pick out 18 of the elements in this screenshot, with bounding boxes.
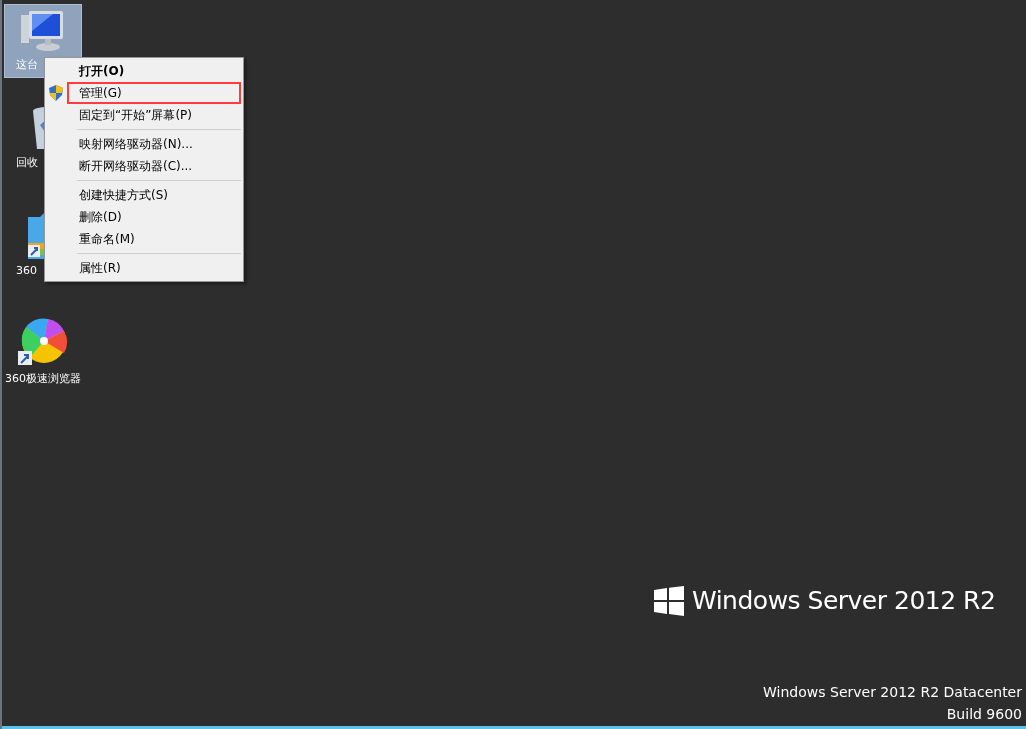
menu-item[interactable]: 重命名(M) <box>67 228 241 250</box>
windows-logo-icon <box>654 585 684 616</box>
menu-item[interactable]: 映射网络驱动器(N)... <box>67 133 241 155</box>
menu-item[interactable]: 管理(G) <box>67 82 241 104</box>
icon-label: 360 <box>15 263 38 279</box>
menu-item[interactable]: 删除(D) <box>67 206 241 228</box>
desktop-icon[interactable]: 360极速浏览器 <box>4 312 82 392</box>
browser-shortcut-icon <box>18 317 68 367</box>
menu-item[interactable]: 属性(R) <box>67 257 241 279</box>
menu-item[interactable]: 断开网络驱动器(C)... <box>67 155 241 177</box>
version-text: Windows Server 2012 R2 Datacenter <box>763 683 1022 702</box>
icon-label: 360极速浏览器 <box>4 371 82 387</box>
version-text: Build 9600 <box>946 705 1022 724</box>
icon-label: 回收 <box>15 155 39 171</box>
brand-logo-text: Windows Server 2012 R2 <box>692 585 996 617</box>
menu-item[interactable]: 固定到“开始”屏幕(P) <box>67 104 241 126</box>
icon-label: 这台 <box>15 57 39 73</box>
menu-item[interactable]: 创建快捷方式(S) <box>67 184 241 206</box>
